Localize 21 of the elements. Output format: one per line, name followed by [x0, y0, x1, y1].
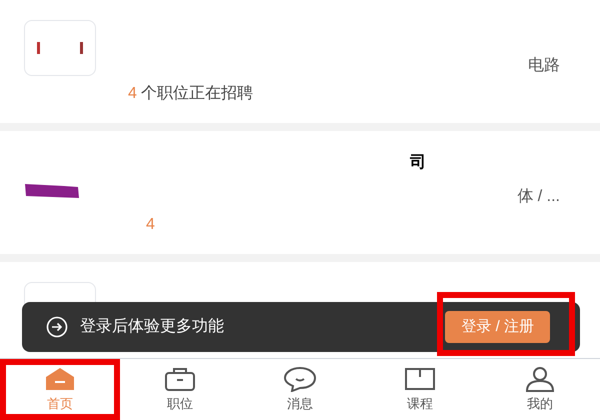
job-count-label: 个职位正在招聘 [140, 84, 253, 104]
company-card[interactable]: 司 体 / ... 4 [0, 131, 600, 254]
logo-icon [24, 183, 80, 199]
company-tags: 体 / ... [517, 185, 560, 205]
job-count: 4 [128, 84, 137, 104]
briefcase-icon [163, 366, 197, 392]
tab[interactable]: 课程 [360, 359, 480, 420]
toast-text: 登录后体验更多功能 [80, 316, 225, 337]
book-icon [403, 366, 437, 392]
chat-icon [283, 366, 317, 392]
job-count: 4 [146, 215, 155, 235]
home-icon [43, 366, 77, 392]
logo-icon [24, 20, 96, 76]
person-icon [523, 366, 557, 392]
tab[interactable]: 消息 [240, 359, 360, 420]
company-card[interactable]: 电路 4 个职位正在招聘 [0, 0, 600, 123]
company-name: 司 [410, 153, 426, 173]
arrow-circle-icon [46, 316, 68, 338]
tab[interactable]: 我的 [480, 359, 600, 420]
tab[interactable]: 职位 [120, 359, 240, 420]
company-tags: 电路 [528, 54, 560, 74]
